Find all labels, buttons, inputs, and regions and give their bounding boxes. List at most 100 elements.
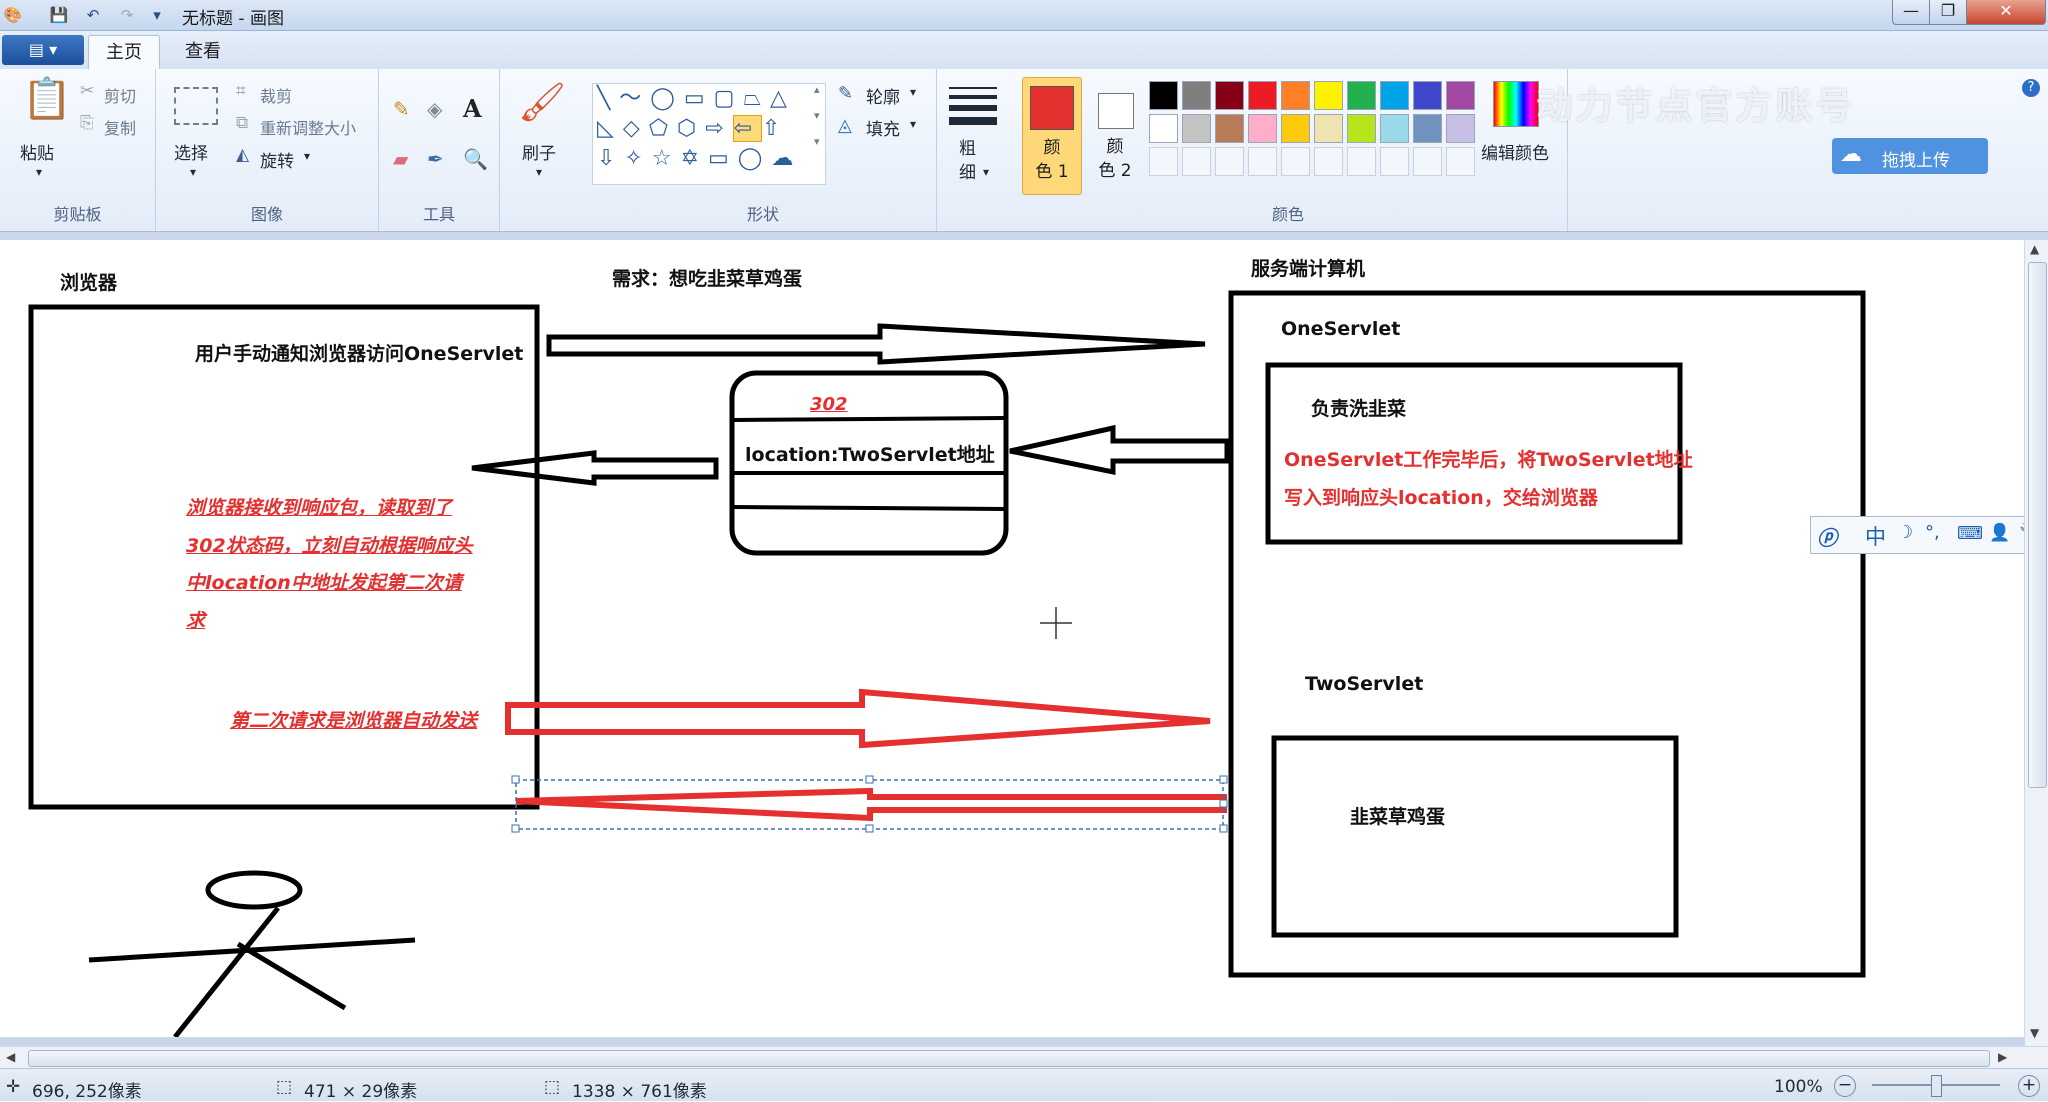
eraser-icon[interactable]: ▰ — [393, 149, 408, 169]
palette-empty-swatch[interactable] — [1347, 147, 1376, 176]
outline-dropdown-icon[interactable]: ▾ — [910, 85, 916, 99]
palette-swatch[interactable] — [1149, 81, 1178, 110]
ime-keyboard-icon[interactable]: ⌨ — [1957, 523, 1983, 544]
shapes-gallery-glyphs[interactable]: ╲〜◯▭▢⏢△ ◺◇⬠⬡⇨⇦⇧ ⇩✧☆✡▭◯☁ — [593, 84, 825, 174]
fill-dropdown-icon[interactable]: ▾ — [910, 117, 916, 131]
ime-punctuation-icon[interactable]: °, — [1925, 522, 1940, 543]
save-icon[interactable]: 💾 — [48, 4, 70, 26]
outline-button[interactable]: 轮廓 — [866, 83, 900, 108]
colors-group: 编辑颜色 颜色 — [1145, 69, 1568, 231]
palette-swatch[interactable] — [1380, 81, 1409, 110]
edit-colors-icon[interactable] — [1493, 81, 1539, 127]
ime-user-icon[interactable]: 👤 — [1989, 523, 2010, 543]
palette-swatch[interactable] — [1314, 114, 1343, 143]
horizontal-scrollbar[interactable]: ◀ ▶ — [0, 1046, 2048, 1069]
palette-swatch[interactable] — [1182, 81, 1211, 110]
palette-empty-swatch[interactable] — [1446, 147, 1475, 176]
zoom-in-button[interactable]: + — [2018, 1075, 2040, 1097]
palette-empty-swatch[interactable] — [1413, 147, 1442, 176]
select-dropdown-icon[interactable]: ▾ — [190, 165, 196, 179]
undo-icon[interactable]: ↶ — [82, 4, 104, 26]
palette-swatch[interactable] — [1215, 114, 1244, 143]
stick-figure-head — [205, 870, 303, 910]
palette-empty-swatch[interactable] — [1380, 147, 1409, 176]
palette-empty-swatch[interactable] — [1149, 147, 1178, 176]
text-tool-icon[interactable]: A — [463, 97, 482, 121]
paste-icon[interactable]: 📋 — [22, 79, 72, 119]
fill-button[interactable]: 填充 — [866, 115, 900, 140]
fill-bucket-icon[interactable]: ◈ — [427, 99, 442, 119]
file-menu-button[interactable]: ▤ ▾ — [2, 35, 84, 65]
vertical-scroll-thumb[interactable] — [2028, 262, 2047, 788]
palette-swatch[interactable] — [1281, 81, 1310, 110]
palette-swatch[interactable] — [1347, 81, 1376, 110]
paste-dropdown-icon[interactable]: ▾ — [36, 165, 42, 179]
edit-colors-button[interactable]: 编辑颜色 — [1481, 139, 1549, 164]
drawing-canvas[interactable]: 浏览器 需求：想吃韭菜草鸡蛋 服务端计算机 用户手动通知浏览器访问OneServ… — [0, 240, 2024, 1037]
paint-app-icon[interactable]: 🎨 — [2, 4, 24, 26]
maximize-button[interactable]: ❐ — [1929, 0, 1967, 25]
redo-icon[interactable]: ↷ — [116, 4, 138, 26]
pencil-icon[interactable]: ✎ — [393, 99, 410, 119]
palette-swatch[interactable] — [1446, 81, 1475, 110]
select-button[interactable]: 选择 — [174, 139, 208, 164]
palette-swatch[interactable] — [1380, 114, 1409, 143]
scroll-left-icon[interactable]: ◀ — [6, 1050, 15, 1064]
palette-empty-swatch[interactable] — [1281, 147, 1310, 176]
customize-quick-access-icon[interactable]: ▾ — [146, 4, 168, 26]
palette-empty-swatch[interactable] — [1314, 147, 1343, 176]
palette-swatch[interactable] — [1215, 81, 1244, 110]
paste-button[interactable]: 粘贴 — [20, 139, 54, 164]
palette-swatch[interactable] — [1281, 114, 1310, 143]
palette-empty-swatch[interactable] — [1215, 147, 1244, 176]
copy-button[interactable]: 复制 — [104, 115, 136, 139]
palette-swatch[interactable] — [1347, 114, 1376, 143]
palette-swatch[interactable] — [1248, 114, 1277, 143]
drag-upload-button[interactable]: ☁ 拖拽上传 — [1832, 138, 1988, 174]
palette-swatch[interactable] — [1446, 114, 1475, 143]
size-dropdown-icon[interactable]: ▾ — [983, 165, 989, 179]
zoom-out-button[interactable]: − — [1834, 1075, 1856, 1097]
color-palette[interactable] — [1145, 69, 1485, 189]
vertical-scrollbar[interactable]: ▲ ▼ — [2024, 240, 2048, 1046]
horizontal-scroll-thumb[interactable] — [28, 1050, 1990, 1067]
resize-button[interactable]: 重新调整大小 — [260, 115, 356, 139]
size-lines-icon[interactable] — [949, 87, 997, 125]
crop-button[interactable]: 裁剪 — [260, 83, 292, 107]
palette-swatch[interactable] — [1314, 81, 1343, 110]
tab-view[interactable]: 查看 — [166, 35, 240, 69]
brush-icon[interactable]: 🖌 — [518, 83, 566, 121]
brushes-dropdown-icon[interactable]: ▾ — [536, 165, 542, 179]
tab-home[interactable]: 主页 — [88, 35, 160, 70]
palette-swatch[interactable] — [1149, 114, 1178, 143]
rotate-button[interactable]: 旋转 — [260, 147, 294, 172]
magnifier-icon[interactable]: 🔍 — [463, 149, 488, 169]
minimize-button[interactable]: — — [1892, 0, 1930, 25]
scroll-up-icon[interactable]: ▲ — [2030, 242, 2039, 256]
brushes-button[interactable]: 刷子 — [522, 139, 556, 164]
close-button[interactable]: ✕ — [1966, 0, 2046, 25]
color2-button[interactable]: 颜 色 2 — [1086, 77, 1144, 193]
ime-halfwidth-icon[interactable]: ☽ — [1897, 522, 1913, 543]
palette-swatch[interactable] — [1413, 81, 1442, 110]
color1-label: 颜 色 1 — [1035, 138, 1069, 182]
palette-swatch[interactable] — [1248, 81, 1277, 110]
zoom-slider-thumb[interactable] — [1931, 1075, 1942, 1097]
scroll-right-icon[interactable]: ▶ — [1998, 1050, 2007, 1064]
palette-empty-swatch[interactable] — [1248, 147, 1277, 176]
color-picker-icon[interactable]: ✒ — [427, 149, 444, 169]
scroll-down-icon[interactable]: ▼ — [2030, 1026, 2039, 1040]
ime-chinese-mode[interactable]: 中 — [1865, 521, 1886, 551]
select-icon[interactable] — [174, 87, 218, 125]
color1-button[interactable]: 颜 色 1 — [1022, 77, 1082, 195]
rotate-dropdown-icon[interactable]: ▾ — [304, 149, 310, 163]
shapes-gallery[interactable]: ╲〜◯▭▢⏢△ ◺◇⬠⬡⇨⇦⇧ ⇩✧☆✡▭◯☁ — [592, 83, 826, 185]
ime-toolbar[interactable]: ⓟ 中 ☽ °, ⌨ 👤 🔧 — [1810, 516, 2048, 554]
palette-empty-swatch[interactable] — [1182, 147, 1211, 176]
palette-swatch[interactable] — [1413, 114, 1442, 143]
cut-button[interactable]: 剪切 — [104, 83, 136, 107]
size-button[interactable]: 粗 细 — [959, 137, 976, 185]
palette-swatch[interactable] — [1182, 114, 1211, 143]
help-icon[interactable]: ? — [2022, 79, 2040, 97]
shapes-scroll-up-icon[interactable]: ▴ ▾ ▾ — [814, 83, 820, 148]
